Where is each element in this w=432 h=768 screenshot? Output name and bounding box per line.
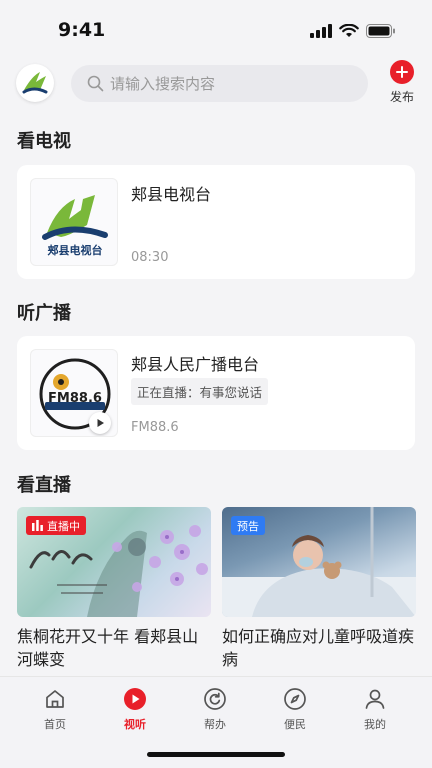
tab-label: 首页 [44, 718, 66, 731]
preview-badge-label: 预告 [237, 519, 259, 533]
tab-audiovisual[interactable]: 视听 [105, 687, 165, 732]
live-item[interactable]: 直播中 焦桐花开又十年 看郏县山河蝶变 [17, 507, 211, 671]
search-bar[interactable]: 请输入搜索内容 [71, 65, 368, 102]
radio-station-logo: FM88.6 [30, 349, 118, 437]
preview-badge: 预告 [231, 516, 265, 535]
live-badge: 直播中 [26, 516, 86, 535]
tv-station-name: 郏县电视台 [131, 185, 212, 204]
live-item[interactable]: 预告 如何正确应对儿童呼吸道疾病 [222, 507, 416, 671]
plus-icon [390, 60, 414, 84]
radio-now-playing: 正在直播：有事您说话 [131, 378, 269, 405]
tab-home[interactable]: 首页 [25, 687, 85, 732]
signal-icon [310, 24, 332, 38]
logo-icon [22, 72, 48, 94]
radio-logo-freq: FM88.6 [48, 391, 102, 406]
publish-label: 发布 [389, 90, 414, 104]
search-placeholder: 请输入搜索内容 [110, 75, 216, 93]
tab-assist[interactable]: 帮办 [185, 687, 245, 732]
radio-station-card[interactable]: FM88.6 郏县人民广播电台 正在直播：有事您说话 FM88.6 [17, 336, 415, 450]
section-title-live: 看直播 [17, 475, 71, 496]
play-icon [124, 688, 146, 710]
tv-station-card[interactable]: 郏县电视台 郏县电视台 08:30 [17, 165, 415, 279]
play-icon[interactable] [89, 412, 111, 434]
tab-convenience[interactable]: 便民 [265, 687, 325, 732]
section-title-radio: 听广播 [17, 303, 71, 324]
tv-station-logo: 郏县电视台 [30, 178, 118, 266]
compass-icon [284, 688, 306, 710]
live-thumbnail: 预告 [222, 507, 416, 617]
tv-station-time: 08:30 [131, 250, 169, 265]
user-icon [365, 689, 385, 709]
status-icons [310, 24, 396, 38]
search-icon [87, 75, 104, 92]
status-bar: 9:41 [0, 0, 432, 56]
home-indicator [147, 752, 285, 757]
tab-mine[interactable]: 我的 [345, 687, 405, 732]
battery-icon [366, 24, 395, 38]
app-logo[interactable] [16, 64, 54, 102]
live-title: 如何正确应对儿童呼吸道疾病 [222, 627, 415, 669]
tv-logo-text: 郏县电视台 [47, 244, 103, 257]
header: 请输入搜索内容 发布 [0, 58, 432, 110]
refresh-icon [204, 688, 226, 710]
tab-label: 便民 [284, 718, 306, 731]
live-badge-label: 直播中 [47, 519, 80, 533]
tab-label: 帮办 [204, 718, 226, 731]
tab-label: 视听 [124, 718, 146, 731]
wifi-icon [339, 24, 359, 37]
live-thumbnail: 直播中 [17, 507, 211, 617]
live-bars-icon [32, 520, 43, 531]
tab-label: 我的 [364, 718, 386, 731]
live-title: 焦桐花开又十年 看郏县山河蝶变 [17, 627, 199, 669]
status-time: 9:41 [58, 19, 106, 41]
radio-station-name: 郏县人民广播电台 [131, 355, 260, 374]
radio-frequency: FM88.6 [131, 420, 179, 435]
section-title-tv: 看电视 [17, 131, 71, 152]
publish-button[interactable]: 发布 [386, 60, 418, 105]
home-icon [46, 690, 64, 708]
